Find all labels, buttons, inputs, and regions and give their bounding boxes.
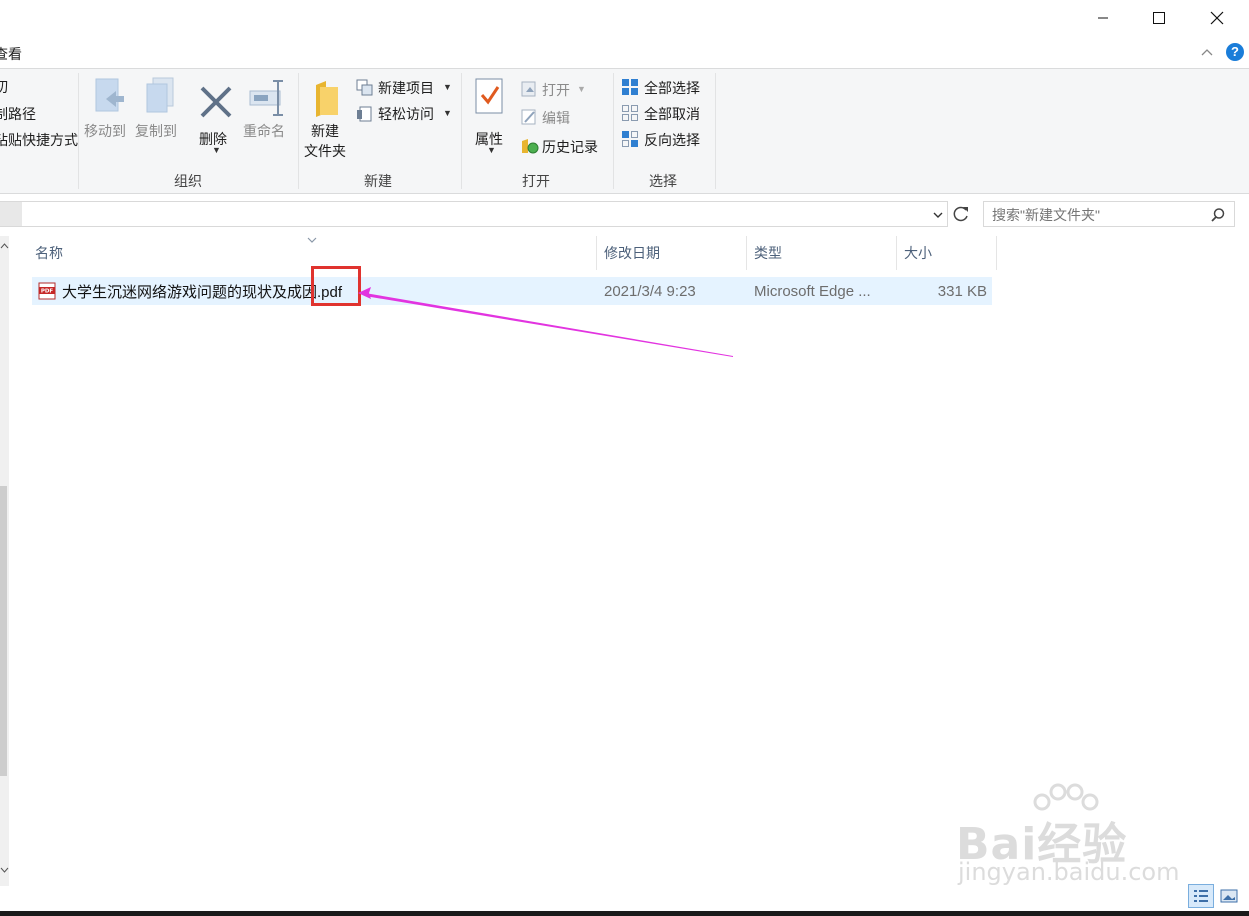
select-none-label: 全部取消 [644, 106, 700, 122]
column-divider[interactable] [996, 236, 997, 270]
group-label-organize: 组织 [174, 173, 202, 189]
sort-indicator-icon [307, 237, 317, 243]
maximize-icon [1153, 12, 1165, 24]
large-icons-view-button[interactable] [1218, 886, 1240, 906]
scrollbar-thumb[interactable] [0, 486, 7, 776]
annotation-highlight-box [311, 266, 361, 306]
properties-dropdown-icon: ▼ [487, 145, 496, 155]
address-bar[interactable] [0, 201, 948, 227]
copy-to-icon [146, 77, 174, 113]
group-label-select: 选择 [649, 173, 677, 189]
details-view-button[interactable] [1188, 884, 1214, 908]
column-divider[interactable] [896, 236, 897, 270]
details-view-icon [1194, 890, 1208, 902]
pdf-icon: PDF [38, 282, 56, 300]
move-to-button[interactable]: 移动到 [84, 77, 132, 151]
new-folder-label-2: 文件夹 [304, 143, 346, 159]
copy-path-button[interactable]: 制路径 [0, 104, 36, 124]
help-button[interactable]: ? [1226, 43, 1244, 61]
column-header-date[interactable]: 修改日期 [604, 236, 660, 270]
search-icon [1211, 208, 1225, 222]
maximize-button[interactable] [1130, 0, 1188, 36]
minimize-button[interactable] [1074, 0, 1132, 36]
open-icon [521, 81, 536, 97]
address-history-dropdown-icon[interactable] [932, 209, 944, 221]
easy-access-label: 轻松访问 [378, 106, 434, 122]
open-button[interactable]: 打开 ▼ [520, 79, 600, 101]
copy-to-button[interactable]: 复制到 [134, 77, 182, 151]
close-icon [1210, 11, 1224, 25]
file-name: 大学生沉迷网络游戏问题的现状及成因.pdf [62, 283, 343, 301]
select-none-button[interactable]: 全部取消 [621, 103, 711, 125]
search-input[interactable] [990, 204, 1204, 226]
search-box[interactable] [983, 201, 1235, 227]
refresh-icon [953, 206, 968, 222]
new-item-button[interactable]: 新建项目 ▼ [356, 77, 454, 99]
easy-access-button[interactable]: 轻松访问 ▼ [356, 103, 454, 125]
cut-button[interactable]: 切 [0, 77, 8, 97]
annotation-arrow [358, 287, 733, 357]
easy-access-icon [357, 106, 372, 122]
group-label-new: 新建 [364, 173, 392, 189]
column-header-size[interactable]: 大小 [904, 236, 932, 270]
select-all-icon [622, 79, 638, 95]
edit-label: 编辑 [542, 110, 570, 126]
taskbar-edge [0, 911, 1249, 916]
copy-to-label: 复制到 [135, 123, 177, 139]
delete-x-icon [200, 86, 232, 118]
file-type: Microsoft Edge ... [754, 282, 871, 300]
column-header-name[interactable]: 名称 [35, 236, 63, 270]
history-label: 历史记录 [542, 139, 598, 155]
easy-access-dropdown-icon: ▼ [443, 108, 452, 118]
properties-button[interactable]: 属性 ▼ [468, 77, 512, 157]
move-to-icon [95, 78, 124, 112]
ribbon: 切 制路径 粘贴快捷方式 移动到 复制到 删除 ▼ 重命名 组织 新建 文件夹 … [0, 68, 1249, 194]
select-none-icon [622, 105, 638, 121]
delete-button[interactable]: 删除 ▼ [196, 77, 236, 157]
open-dropdown-icon: ▼ [577, 84, 586, 94]
baidu-paw-icon [1033, 783, 1099, 811]
open-label: 打开 [542, 82, 570, 98]
close-button[interactable] [1188, 0, 1246, 36]
scroll-up-icon[interactable] [0, 242, 9, 250]
properties-icon [475, 78, 503, 114]
new-item-dropdown-icon: ▼ [443, 82, 452, 92]
history-button[interactable]: 历史记录 [520, 136, 610, 158]
scroll-down-icon[interactable] [0, 866, 9, 874]
history-icon [522, 139, 539, 154]
edit-icon [521, 109, 536, 125]
rename-label: 重命名 [243, 123, 285, 139]
navigation-pane-scrollbar[interactable] [0, 236, 9, 886]
large-icons-view-icon [1220, 889, 1238, 903]
invert-selection-label: 反向选择 [644, 132, 700, 148]
rename-button[interactable]: 重命名 [242, 77, 294, 151]
column-divider[interactable] [746, 236, 747, 270]
folder-icon [316, 81, 338, 117]
invert-selection-icon [622, 131, 638, 147]
file-size: 331 KB [937, 282, 987, 300]
address-path-fragment [0, 202, 22, 226]
chevron-up-icon [1201, 49, 1213, 56]
move-to-label: 移动到 [84, 123, 126, 139]
svg-text:PDF: PDF [41, 289, 54, 295]
group-label-open: 打开 [522, 173, 550, 189]
new-item-icon [356, 79, 373, 96]
column-header-type[interactable]: 类型 [754, 236, 782, 270]
baidu-watermark-url: jingyan.baidu.com [958, 858, 1180, 886]
rename-icon [249, 80, 283, 116]
minimize-icon [1098, 17, 1108, 19]
ribbon-collapse-button[interactable] [1199, 44, 1215, 63]
new-folder-label-1: 新建 [311, 123, 339, 139]
edit-button[interactable]: 编辑 [520, 107, 600, 129]
select-all-button[interactable]: 全部选择 [621, 77, 711, 99]
delete-dropdown-icon: ▼ [212, 145, 221, 155]
select-all-label: 全部选择 [644, 80, 700, 96]
tab-view[interactable]: 查看 [0, 44, 22, 64]
paste-shortcut-button[interactable]: 粘贴快捷方式 [0, 130, 78, 150]
new-item-label: 新建项目 [378, 80, 434, 96]
column-divider[interactable] [596, 236, 597, 270]
invert-selection-button[interactable]: 反向选择 [621, 129, 711, 151]
new-folder-button[interactable]: 新建 文件夹 [302, 77, 354, 167]
refresh-button[interactable] [951, 204, 971, 227]
